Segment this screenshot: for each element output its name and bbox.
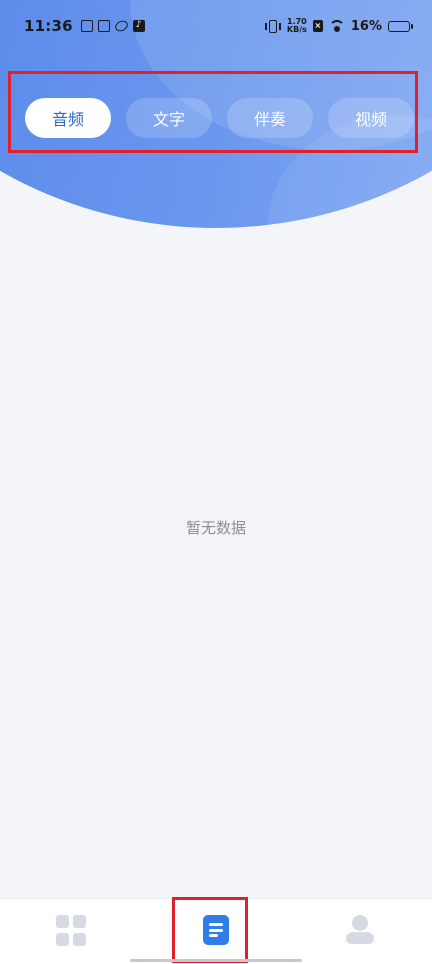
- status-right: 1.70 KB/s × 16%: [264, 18, 413, 34]
- home-indicator[interactable]: [130, 959, 302, 962]
- tab-video[interactable]: 视频: [328, 98, 414, 138]
- wifi-icon: [328, 20, 345, 32]
- document-list-icon: [209, 928, 223, 932]
- tab-accompaniment[interactable]: 伴奏: [227, 98, 313, 138]
- grid-icon: [56, 915, 69, 928]
- vibrate-icon: [264, 19, 281, 33]
- nav-profile[interactable]: [344, 915, 376, 945]
- no-sim-icon: ×: [312, 20, 323, 32]
- battery-percent: 16%: [350, 18, 382, 34]
- category-tabs: 音频 文字 伴奏 视频: [25, 98, 414, 138]
- status-left: 11:36: [24, 17, 145, 35]
- document-list-icon: [209, 934, 218, 937]
- network-speed: 1.70 KB/s: [287, 18, 307, 34]
- empty-state-text: 暂无数据: [185, 519, 246, 537]
- calendar-notification-icon: [97, 20, 110, 32]
- status-time: 11:36: [24, 17, 73, 35]
- network-speed-unit: KB/s: [286, 25, 307, 34]
- nav-documents[interactable]: [203, 915, 229, 945]
- status-bar: 11:36 1.70 KB/s × 16%: [0, 0, 432, 52]
- user-icon: [352, 915, 368, 931]
- battery-icon: [388, 20, 413, 32]
- document-list-icon: [209, 923, 223, 926]
- user-icon-body: [346, 932, 374, 944]
- nav-home[interactable]: [56, 915, 88, 947]
- grid-icon: [73, 933, 86, 946]
- tab-text[interactable]: 文字: [126, 98, 212, 138]
- grid-icon: [73, 915, 86, 928]
- tabs-highlight-box: 音频 文字 伴奏 视频: [8, 71, 418, 153]
- tab-audio[interactable]: 音频: [25, 98, 111, 138]
- bottom-navigation: [0, 898, 432, 964]
- app-notification-icon: [80, 20, 93, 32]
- grid-icon: [56, 933, 69, 946]
- tiktok-notification-icon: [132, 20, 145, 32]
- link-notification-icon: [113, 18, 130, 34]
